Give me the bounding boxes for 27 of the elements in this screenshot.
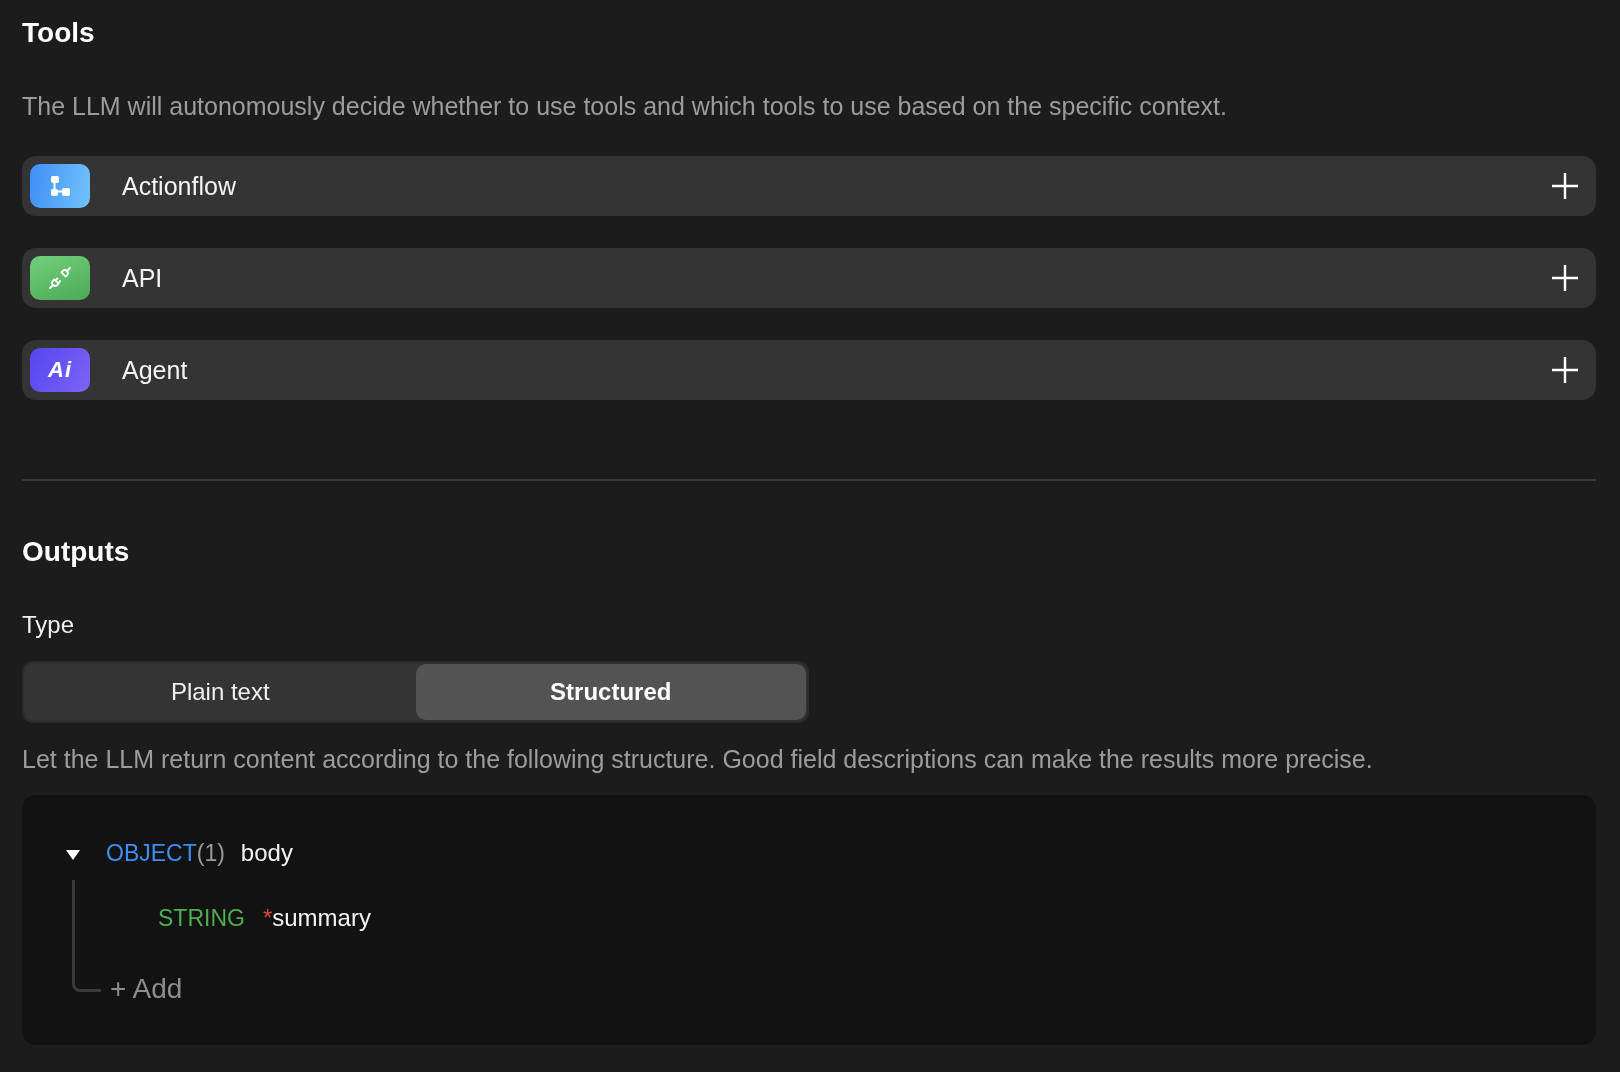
flowchart-icon <box>49 175 71 197</box>
field-name: body <box>240 839 293 867</box>
plug-icon <box>48 266 72 290</box>
required-mark: * <box>262 904 273 932</box>
plus-icon <box>1552 265 1578 291</box>
plus-icon <box>1552 357 1578 383</box>
add-tool-button[interactable] <box>1552 357 1578 383</box>
plus-icon <box>1552 173 1578 199</box>
tool-name: Actionflow <box>122 171 236 201</box>
type-label: OBJECT <box>106 839 197 867</box>
field-name: summary <box>272 904 371 932</box>
field-count: (1) <box>196 839 225 867</box>
ai-logo: Ai <box>30 348 90 392</box>
section-description: The LLM will autonomously decide whether to use tools and which tools to use based on the specific context. <box>22 91 1227 121</box>
add-tool-button[interactable] <box>1552 173 1578 199</box>
add-tool-button[interactable] <box>1552 265 1578 291</box>
type-option[interactable]: Structured <box>415 664 806 720</box>
type-label: STRING <box>158 904 245 932</box>
caret-icon[interactable] <box>66 850 80 860</box>
section-title: Outputs <box>22 535 130 569</box>
field-label: Type <box>22 610 75 640</box>
add-field-button[interactable]: + Add <box>110 974 183 1004</box>
section-title: Tools <box>22 16 95 50</box>
tool-name: API <box>122 263 163 293</box>
type-option[interactable]: Plain text <box>25 664 416 720</box>
help-text: Let the LLM return content according to the following structure. Good field descriptions can make the results more precise. <box>22 744 1373 774</box>
tool-name: Agent <box>122 355 188 385</box>
